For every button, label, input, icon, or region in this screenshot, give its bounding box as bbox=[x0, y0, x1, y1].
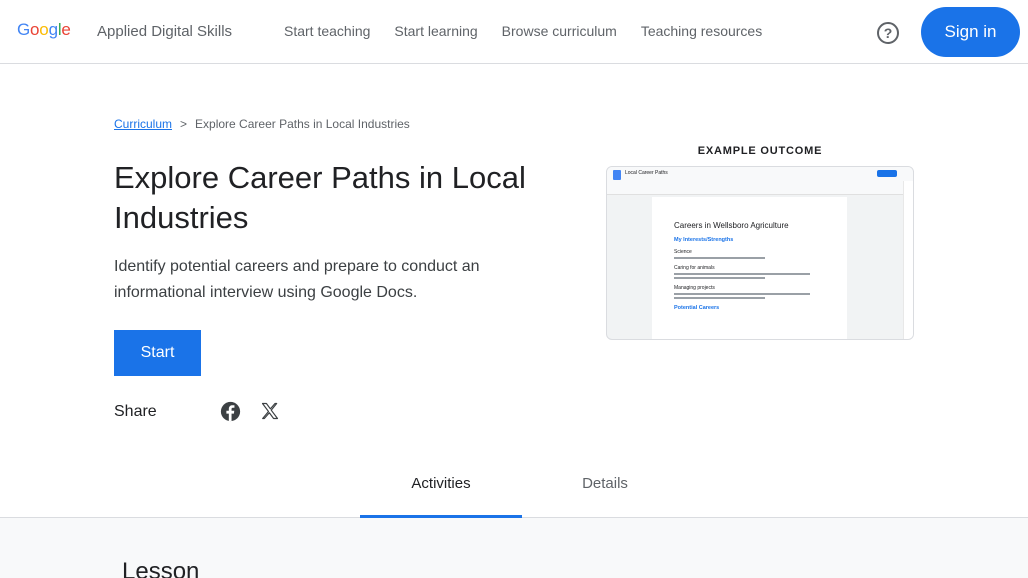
logo-letter: e bbox=[61, 20, 71, 39]
breadcrumb-current: Explore Career Paths in Local Industries bbox=[195, 117, 410, 131]
share-label: Share bbox=[114, 403, 157, 420]
logo-letter: G bbox=[17, 20, 31, 39]
nav-browse-curriculum[interactable]: Browse curriculum bbox=[502, 23, 617, 39]
doc-text-line bbox=[674, 297, 765, 299]
doc-toolbar: Local Career Paths bbox=[607, 167, 913, 195]
nav-teaching-resources[interactable]: Teaching resources bbox=[641, 23, 762, 39]
doc-text-line bbox=[674, 257, 765, 259]
main-nav: Start teaching Start learning Browse cur… bbox=[284, 23, 786, 39]
sign-in-button[interactable]: Sign in bbox=[921, 7, 1020, 57]
tab-bar: Activities Details bbox=[0, 458, 1028, 518]
doc-text-line bbox=[674, 273, 810, 275]
tab-details[interactable]: Details bbox=[524, 475, 686, 492]
logo-letter: o bbox=[39, 20, 49, 39]
facebook-icon[interactable] bbox=[220, 401, 241, 422]
logo-letter: g bbox=[48, 20, 58, 39]
doc-side-panel bbox=[903, 181, 913, 339]
breadcrumb-separator: > bbox=[180, 117, 188, 131]
breadcrumb: Curriculum > Explore Career Paths in Loc… bbox=[114, 117, 410, 131]
example-outcome-image[interactable]: Local Career Paths Careers in Wellsboro … bbox=[606, 166, 914, 340]
docs-icon bbox=[613, 170, 621, 180]
doc-section-interests: My Interests/Strengths bbox=[674, 237, 734, 243]
doc-text-line bbox=[674, 277, 765, 279]
doc-item-science: Science bbox=[674, 249, 692, 255]
example-outcome-label: EXAMPLE OUTCOME bbox=[697, 145, 823, 157]
product-name[interactable]: Applied Digital Skills bbox=[97, 23, 232, 40]
top-header: Google Applied Digital Skills Start teac… bbox=[0, 0, 1028, 64]
help-icon[interactable]: ? bbox=[877, 22, 899, 44]
doc-item-projects: Managing projects bbox=[674, 285, 715, 291]
nav-start-learning[interactable]: Start learning bbox=[394, 23, 477, 39]
lesson-heading: Lesson bbox=[122, 558, 200, 578]
doc-heading: Careers in Wellsboro Agriculture bbox=[674, 221, 789, 230]
x-twitter-icon[interactable] bbox=[260, 401, 280, 421]
google-logo[interactable]: Google bbox=[17, 20, 71, 40]
nav-start-teaching[interactable]: Start teaching bbox=[284, 23, 370, 39]
lessons-section: Lesson bbox=[0, 518, 1028, 578]
page-title: Explore Career Paths in Local Industries bbox=[114, 160, 526, 235]
logo-letter: o bbox=[30, 20, 40, 39]
start-button[interactable]: Start bbox=[114, 330, 201, 376]
tab-activities[interactable]: Activities bbox=[360, 475, 522, 492]
doc-page: Careers in Wellsboro Agriculture My Inte… bbox=[652, 197, 847, 339]
doc-item-animals: Caring for animals bbox=[674, 265, 715, 271]
doc-share-button bbox=[877, 170, 897, 177]
doc-title: Local Career Paths bbox=[625, 170, 668, 176]
breadcrumb-curriculum-link[interactable]: Curriculum bbox=[114, 117, 172, 131]
doc-text-line bbox=[674, 293, 810, 295]
lesson-description: Identify potential careers and prepare t… bbox=[114, 258, 480, 301]
doc-section-careers: Potential Careers bbox=[674, 305, 720, 311]
